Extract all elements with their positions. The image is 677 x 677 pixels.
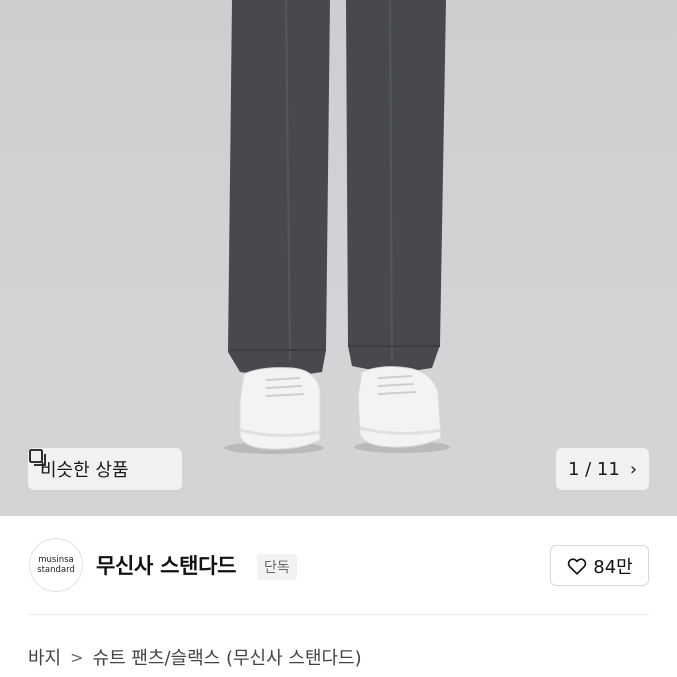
breadcrumb-item-category[interactable]: 바지 — [28, 644, 61, 670]
chevron-right-icon: › — [629, 458, 638, 480]
brand-logo[interactable]: musinsa standard — [29, 538, 83, 592]
brand-logo-line2: standard — [37, 565, 75, 575]
like-count: 84만 — [593, 556, 633, 578]
brand-name[interactable]: 무신사 스탠다드 — [96, 550, 236, 580]
product-image[interactable]: 비슷한 상품 1 / 11 › — [0, 0, 677, 516]
breadcrumb-item-subcategory[interactable]: 슈트 팬츠/슬랙스 (무신사 스탠다드) — [93, 644, 362, 670]
section-divider — [28, 614, 649, 615]
pant-leg-left — [228, 0, 330, 378]
exclusive-badge: 단독 — [257, 554, 297, 580]
sneaker-right — [357, 366, 442, 448]
image-counter-button[interactable]: 1 / 11 › — [556, 448, 649, 490]
similar-items-icon — [29, 449, 46, 466]
brand-logo-line1: musinsa — [38, 555, 74, 565]
pant-leg-right — [346, 0, 446, 374]
image-counter: 1 / 11 — [567, 458, 620, 480]
heart-icon — [568, 557, 587, 575]
similar-items-button[interactable]: 비슷한 상품 — [28, 448, 182, 490]
breadcrumb-separator: > — [70, 647, 84, 667]
similar-items-label: 비슷한 상품 — [40, 460, 129, 481]
product-photo — [0, 0, 677, 516]
breadcrumb: 바지 > 슈트 팬츠/슬랙스 (무신사 스탠다드) — [28, 644, 362, 670]
like-button[interactable]: 84만 — [550, 545, 649, 586]
